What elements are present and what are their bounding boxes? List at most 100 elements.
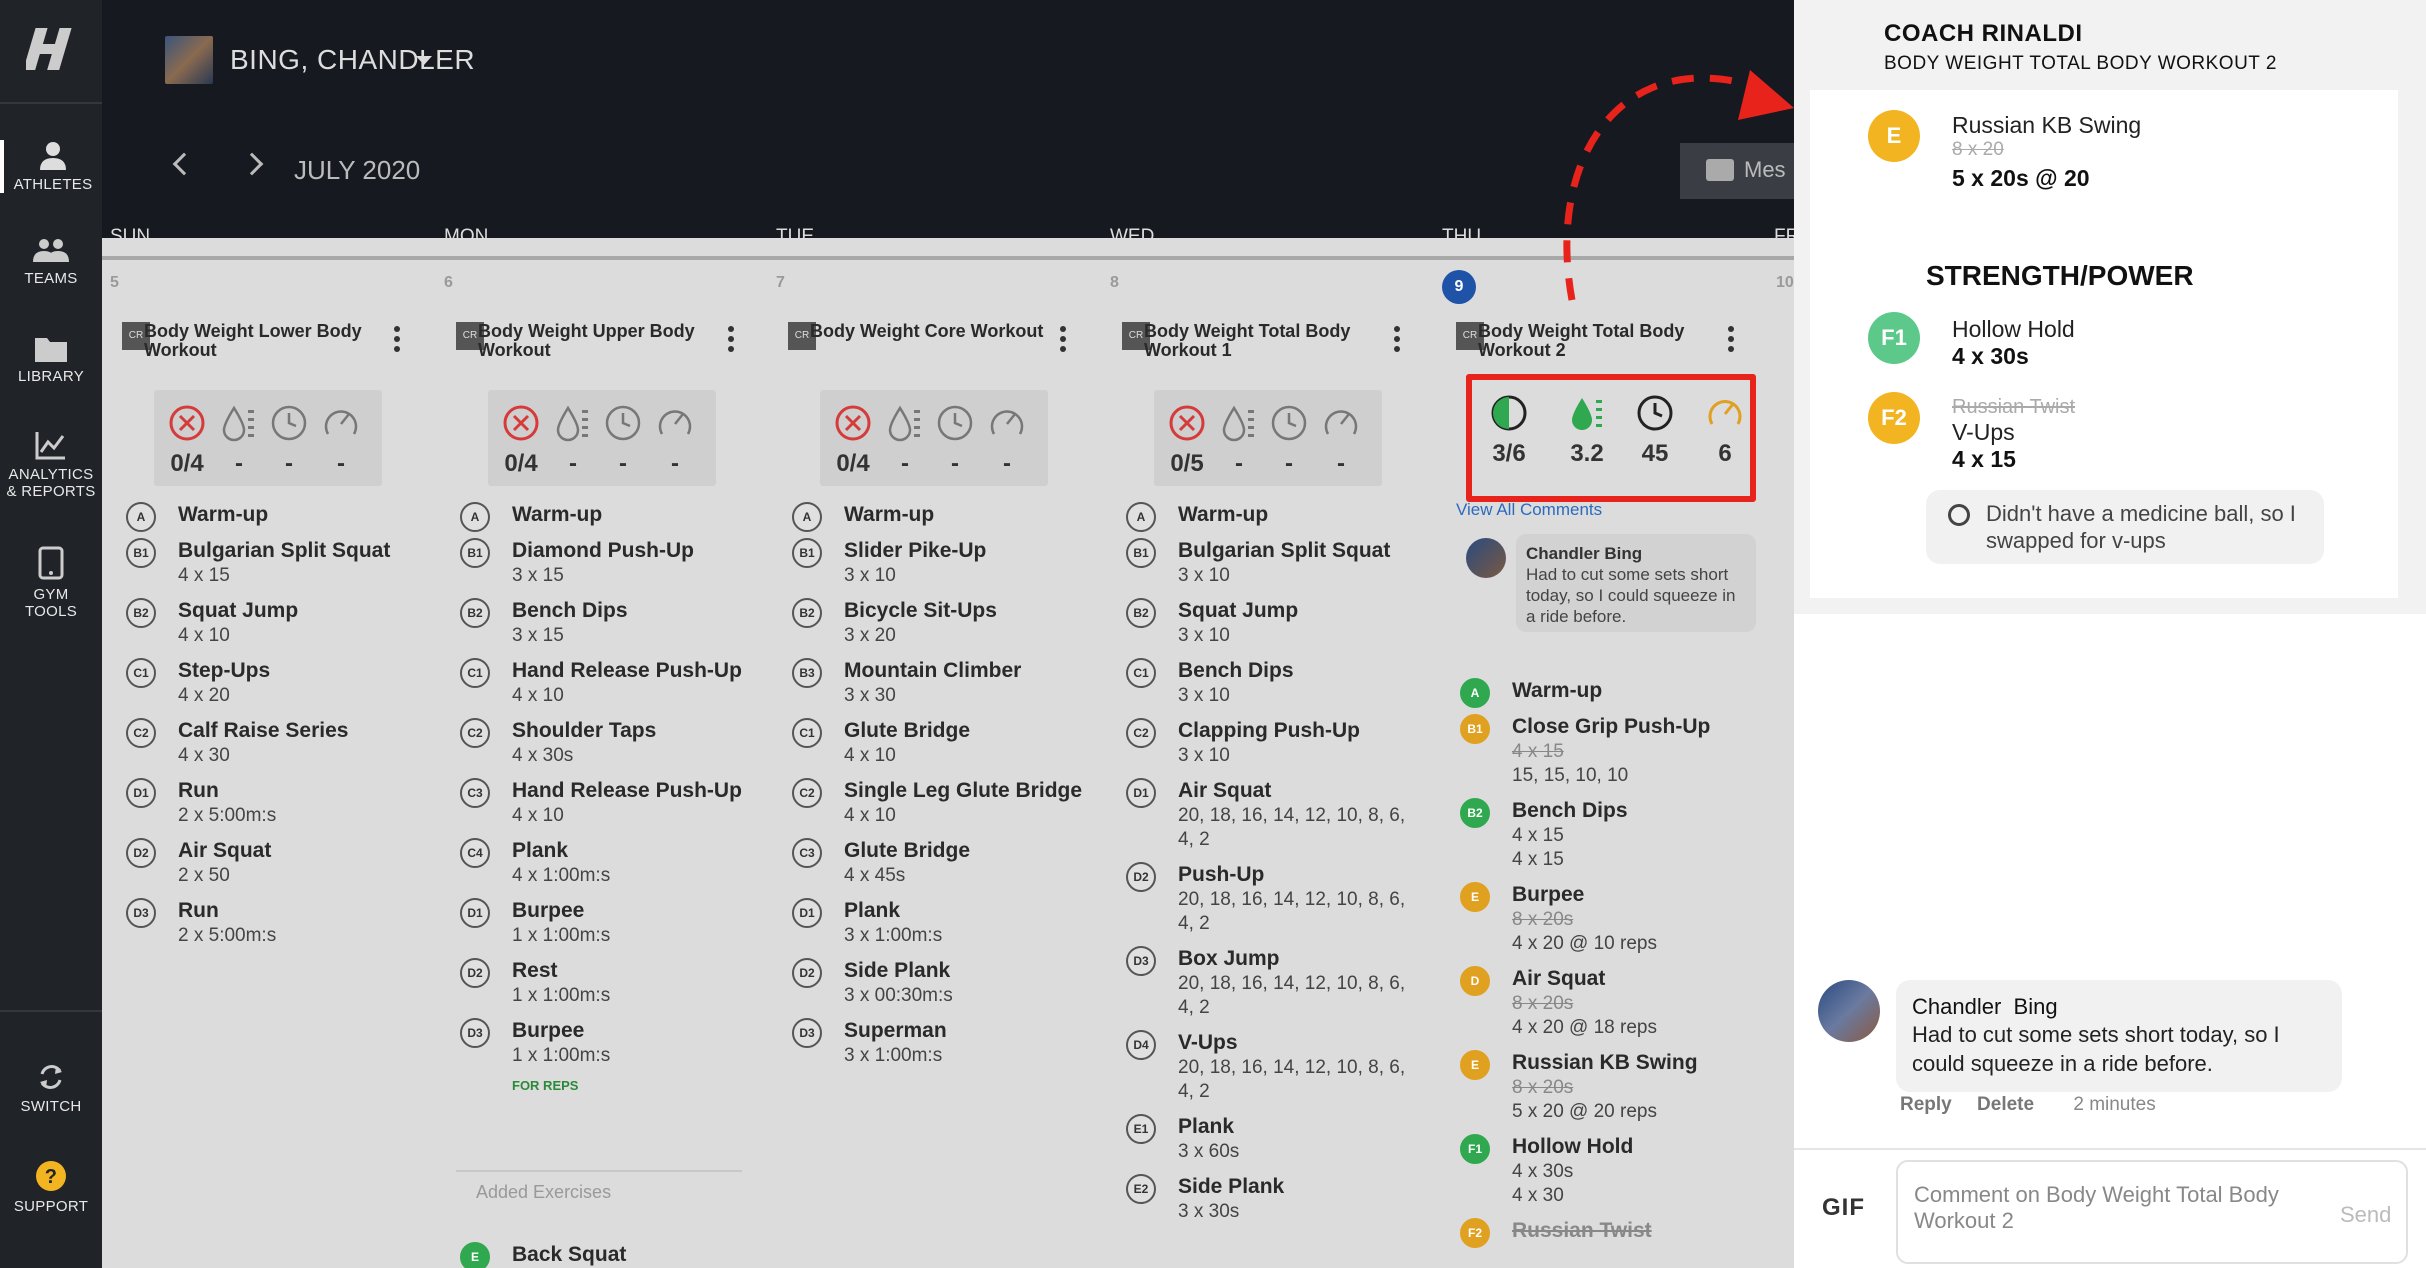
folder-icon [35,338,67,362]
coach-name: COACH RINALDI [1884,20,2083,47]
exercise-item[interactable]: C2 Shoulder Taps 4 x 30s [456,718,756,768]
exercise-item[interactable]: D Air Squat 8 x 20s 4 x 20 @ 18 reps [1456,966,1756,1040]
workout-stats[interactable]: 0/4 - - - [488,390,716,486]
exercise-item[interactable]: C1 Hand Release Push-Up 4 x 10 [456,658,756,708]
more-icon[interactable] [394,326,400,356]
workout-stats[interactable]: 0/5 - - - [1154,390,1382,486]
nav-support[interactable]: ? SUPPORT [0,1160,102,1215]
exercise-item[interactable]: D3 Burpee 1 x 1:00m:s [456,1018,756,1068]
athlete-name[interactable]: BING, CHANDLER [230,44,475,76]
exercise-item[interactable]: A Warm-up [788,502,1088,532]
comment-input[interactable]: Comment on Body Weight Total Body Workou… [1896,1160,2408,1264]
exercise-item[interactable]: D2 Rest 1 x 1:00m:s [456,958,756,1008]
nav-gym-tools[interactable]: GYM TOOLS [0,546,102,620]
exercise-item[interactable]: B2 Bicycle Sit-Ups 3 x 20 [788,598,1088,648]
workout-title[interactable]: Body Weight Lower Body Workout [144,322,384,360]
exercise-item[interactable]: B1 Diamond Push-Up 3 x 15 [456,538,756,588]
more-icon[interactable] [728,326,734,356]
exercise-item[interactable]: D1 Air Squat 20, 18, 16, 14, 12, 10, 8, 6,… [1122,778,1422,852]
exercise-item[interactable]: C1 Step-Ups 4 x 20 [122,658,422,708]
exercise-item[interactable]: D3 Box Jump 20, 18, 16, 14, 12, 10, 8, 6, … [1122,946,1422,1020]
exercise-item[interactable]: E Burpee 8 x 20s 4 x 20 @ 10 reps [1456,882,1756,956]
exercise-item[interactable]: C2 Single Leg Glute Bridge 4 x 10 [788,778,1088,828]
exercise-item[interactable]: C1 Bench Dips 3 x 10 [1122,658,1422,708]
exercise-item[interactable]: E Back Squat [456,1242,626,1268]
exercise-item[interactable]: D1 Plank 3 x 1:00m:s [788,898,1088,948]
exercise-item[interactable]: B3 Mountain Climber 3 x 30 [788,658,1088,708]
logo-icon[interactable] [26,24,76,74]
for-reps-tag: FOR REPS [512,1078,579,1093]
exercise-item[interactable]: D1 Burpee 1 x 1:00m:s [456,898,756,948]
send-button[interactable]: Send [2340,1202,2391,1228]
nav-analytics[interactable]: ANALYTICS & REPORTS [0,430,102,500]
exercise-item[interactable]: E2 Side Plank 3 x 30s [1122,1174,1422,1224]
gif-button[interactable]: GIF [1822,1194,1865,1222]
exercise-item[interactable]: E Russian KB Swing 8 x 20s 5 x 20 @ 20 reps [1456,1050,1756,1124]
exercise-badge: D1 [126,778,156,808]
exercise-f1[interactable]: F1 Hollow Hold 4 x 30s [1868,312,2075,370]
more-icon[interactable] [1060,326,1066,356]
exercise-item[interactable]: D2 Air Squat 2 x 50 [122,838,422,888]
exercise-item[interactable]: C4 Plank 4 x 1:00m:s [456,838,756,888]
nav-teams[interactable]: TEAMS [0,238,102,287]
exercise-f2[interactable]: F2 Russian Twist V-Ups 4 x 15 [1868,392,2075,473]
day-column: 6 CR Body Weight Upper Body Workout 0/4- - - A… [436,262,756,1268]
exercise-item[interactable]: C3 Glute Bridge 4 x 45s [788,838,1088,888]
delete-button[interactable]: Delete [1977,1094,2034,1115]
nav-athletes[interactable]: ATHLETES [0,140,102,193]
exercise-badge: C2 [460,718,490,748]
duration-icon [936,404,974,442]
exercise-item[interactable]: C3 Hand Release Push-Up 4 x 10 [456,778,756,828]
exercise-item[interactable]: B2 Bench Dips 3 x 15 [456,598,756,648]
exercise-item[interactable]: B1 Slider Pike-Up 3 x 10 [788,538,1088,588]
exercise-item[interactable]: D3 Superman 3 x 1:00m:s [788,1018,1088,1068]
commenter-first: Chandler [1912,994,2002,1019]
exercise-item[interactable]: A Warm-up [122,502,422,532]
exercise-item[interactable]: A Warm-up [1122,502,1422,532]
exercise-item[interactable]: A Warm-up [456,502,756,532]
exercise-item[interactable]: C2 Calf Raise Series 4 x 30 [122,718,422,768]
workout-title[interactable]: Body Weight Upper Body Workout [478,322,718,360]
exercise-item[interactable]: D2 Push-Up 20, 18, 16, 14, 12, 10, 8, 6, 4… [1122,862,1422,936]
exercise-item[interactable]: E1 Plank 3 x 60s [1122,1114,1422,1164]
exercise-item[interactable]: B1 Bulgarian Split Squat 4 x 15 [122,538,422,588]
comment-icon [1948,504,1970,526]
exercise-item[interactable]: D3 Run 2 x 5:00m:s [122,898,422,948]
workout-title[interactable]: Body Weight Total Body Workout 1 [1144,322,1384,360]
exercise-e[interactable]: E Russian KB Swing 8 x 20 5 x 20s @ 20 [1868,110,2141,192]
exercise-item[interactable]: B2 Bench Dips 4 x 15 4 x 15 [1456,798,1756,872]
exercise-item[interactable]: B1 Close Grip Push-Up 4 x 15 15, 15, 10, 10 [1456,714,1756,788]
exercise-item[interactable]: C2 Clapping Push-Up 3 x 10 [1122,718,1422,768]
workout-stats[interactable]: 0/4 - - - [820,390,1048,486]
exercise-item[interactable]: B2 Squat Jump 3 x 10 [1122,598,1422,648]
chevron-down-icon[interactable] [416,56,432,65]
exercise-name: Squat Jump [178,599,299,622]
nav-library[interactable]: LIBRARY [0,334,102,385]
exercise-item[interactable]: D1 Run 2 x 5:00m:s [122,778,422,828]
exercise-item[interactable]: D4 V-Ups 20, 18, 16, 14, 12, 10, 8, 6, 4, … [1122,1030,1422,1104]
reply-button[interactable]: Reply [1900,1094,1952,1115]
exercise-item[interactable]: D2 Side Plank 3 x 00:30m:s [788,958,1088,1008]
exercise-item[interactable]: B1 Bulgarian Split Squat 3 x 10 [1122,538,1422,588]
workout-stats[interactable]: 3/6 3.2 45 6 [1466,374,1756,502]
exercise-badge: E [1460,1050,1490,1080]
exercise-badge: F2 [1460,1218,1490,1248]
workout-title[interactable]: Body Weight Core Workout [810,322,1050,341]
workout-stats[interactable]: 0/4 - - - [154,390,382,486]
exercise-sets: 3 x 30s [1178,1201,1240,1222]
exercise-name: Bulgarian Split Squat [178,539,391,562]
exercise-item[interactable]: C1 Glute Bridge 4 x 10 [788,718,1088,768]
comment-preview[interactable]: Chandler Bing Had to cut some sets short … [1466,534,1756,634]
workout-title[interactable]: Body Weight Total Body Workout 2 [1478,322,1718,360]
exercise-item[interactable]: F2 Russian Twist [1456,1218,1756,1248]
more-icon[interactable] [1728,326,1734,356]
view-all-comments-link[interactable]: View All Comments [1456,500,1602,520]
added-exercises-label: Added Exercises [476,1182,612,1202]
exercise-item[interactable]: F1 Hollow Hold 4 x 30s 4 x 30 [1456,1134,1756,1208]
nav-switch[interactable]: SWITCH [0,1062,102,1115]
nav-library-label: LIBRARY [17,368,85,385]
stat-value: - [619,450,627,477]
exercise-item[interactable]: B2 Squat Jump 4 x 10 [122,598,422,648]
exercise-item[interactable]: A Warm-up [1456,678,1756,708]
more-icon[interactable] [1394,326,1400,356]
